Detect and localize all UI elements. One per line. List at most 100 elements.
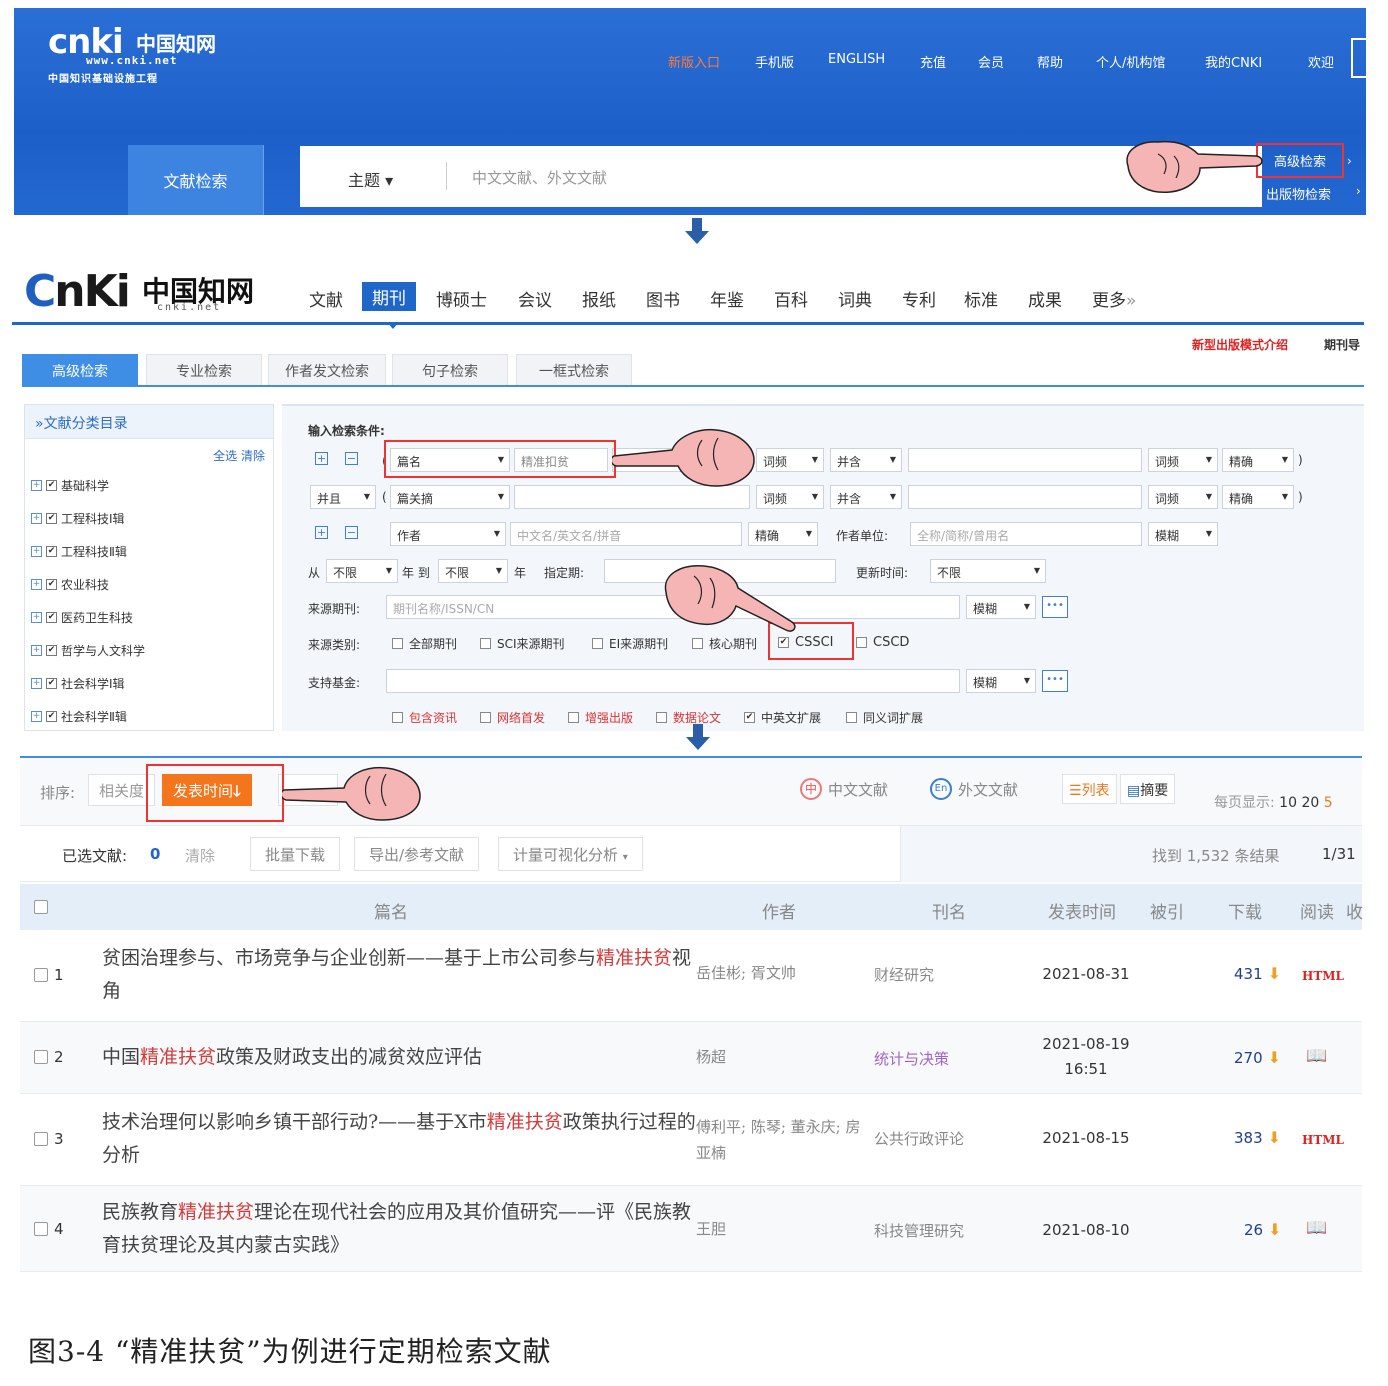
expand-icon[interactable]: +: [31, 612, 42, 623]
freq-select-2[interactable]: 词频: [1148, 485, 1218, 509]
tab-one-box-search[interactable]: 一框式检索: [516, 354, 632, 386]
checkbox[interactable]: [392, 638, 403, 649]
per-page-50[interactable]: 5: [1324, 795, 1333, 811]
field-selector[interactable]: 主题 ▾: [348, 167, 393, 191]
article-authors[interactable]: 傅利平; 陈琴; 董永庆; 房亚楠: [696, 1114, 866, 1166]
tab-yearbook[interactable]: 年鉴: [710, 286, 744, 311]
keyword-input-4[interactable]: [908, 485, 1142, 509]
checkbox-checked[interactable]: ✔: [46, 513, 57, 524]
tab-achievement[interactable]: 成果: [1028, 286, 1062, 311]
article-downloads[interactable]: 431 ⬇: [1234, 964, 1281, 983]
tab-professional-search[interactable]: 专业检索: [146, 354, 262, 386]
article-authors[interactable]: 岳佳彬; 胥文帅: [696, 960, 866, 986]
more-options-icon[interactable]: •••: [1042, 596, 1068, 618]
clear-link[interactable]: 清除: [241, 449, 265, 463]
tab-encyclopedia[interactable]: 百科: [774, 286, 808, 311]
checkbox-checked[interactable]: ✔: [46, 645, 57, 656]
more-options-icon[interactable]: •••: [1042, 670, 1068, 692]
fund-match-select[interactable]: 模糊: [966, 669, 1036, 693]
checkbox[interactable]: [846, 712, 857, 723]
unit-match-select[interactable]: 模糊: [1148, 522, 1218, 546]
publication-search-link[interactable]: 出版物检索: [1266, 184, 1331, 203]
tab-literature-search[interactable]: 文献检索: [128, 145, 264, 215]
keyword-input-3[interactable]: [908, 448, 1142, 472]
col-cited[interactable]: 被引: [1150, 898, 1184, 923]
article-journal[interactable]: 统计与决策: [874, 1048, 949, 1069]
select-all-link[interactable]: 全选: [213, 449, 237, 463]
option-include-news[interactable]: 包含资讯: [392, 709, 457, 726]
author-unit-input[interactable]: 全称/简称/曾用名: [910, 522, 1142, 546]
article-title-link[interactable]: 贫困治理参与、市场竞争与企业创新——基于上市公司参与精准扶贫视角: [102, 942, 702, 1008]
article-journal[interactable]: 科技管理研究: [874, 1220, 964, 1241]
checkbox-checked[interactable]: ✔: [46, 546, 57, 557]
article-journal[interactable]: 财经研究: [874, 964, 934, 985]
download-icon[interactable]: ⬇: [1268, 1128, 1281, 1147]
new-publishing-mode-link[interactable]: 新型出版模式介绍: [1192, 336, 1288, 353]
read-online-link[interactable]: 📖: [1306, 1218, 1327, 1238]
nav-help[interactable]: 帮助: [1037, 52, 1063, 71]
download-icon[interactable]: ⬇: [1268, 1220, 1281, 1239]
expand-icon[interactable]: +: [31, 513, 42, 524]
tab-patent[interactable]: 专利: [902, 286, 936, 311]
advanced-search-link[interactable]: 高级检索: [1256, 143, 1344, 178]
author-match-select[interactable]: 精确: [748, 522, 818, 546]
tab-author-search[interactable]: 作者发文检索: [268, 354, 386, 386]
read-html-link[interactable]: HTML: [1302, 1130, 1344, 1148]
year-to-select[interactable]: 不限: [438, 559, 508, 583]
select-all-checkbox[interactable]: [34, 900, 48, 914]
option-synonym-expand[interactable]: 同义词扩展: [846, 709, 923, 726]
checkbox[interactable]: [568, 712, 579, 723]
source-type-sci[interactable]: SCI来源期刊: [480, 635, 565, 652]
search-input[interactable]: 中文文献、外文文献: [472, 167, 607, 188]
source-type-cscd[interactable]: CSCD: [856, 635, 909, 650]
tab-journal[interactable]: 期刊: [362, 282, 416, 311]
expand-icon[interactable]: +: [31, 645, 42, 656]
read-html-link[interactable]: HTML: [1302, 966, 1344, 984]
tab-standard[interactable]: 标准: [964, 286, 998, 311]
tab-dictionary[interactable]: 词典: [838, 286, 872, 311]
checkbox-checked[interactable]: ✔: [46, 678, 57, 689]
per-page-20[interactable]: 20: [1301, 795, 1319, 811]
category-item[interactable]: + ✔ 社会科学Ⅱ辑: [31, 708, 127, 725]
nav-recharge[interactable]: 充值: [920, 52, 946, 71]
view-abstract-button[interactable]: ▤摘要: [1120, 774, 1176, 804]
checkbox[interactable]: [592, 638, 603, 649]
checkbox-checked[interactable]: ✔: [46, 579, 57, 590]
category-item[interactable]: + ✔ 社会科学Ⅰ辑: [31, 675, 125, 692]
checkbox[interactable]: [392, 712, 403, 723]
tab-newspaper[interactable]: 报纸: [582, 286, 616, 311]
match-select[interactable]: 精确: [1222, 485, 1294, 509]
filter-foreign-literature[interactable]: En 外文文献: [930, 778, 1018, 800]
nav-mobile[interactable]: 手机版: [755, 52, 794, 71]
tab-book[interactable]: 图书: [646, 286, 680, 311]
update-time-select[interactable]: 不限: [930, 559, 1046, 583]
expand-icon[interactable]: +: [31, 579, 42, 590]
source-type-ei[interactable]: EI来源期刊: [592, 635, 668, 652]
option-online-first[interactable]: 网络首发: [480, 709, 545, 726]
nav-personal-library[interactable]: 个人/机构馆: [1096, 52, 1165, 71]
col-download[interactable]: 下载: [1228, 898, 1262, 923]
col-author[interactable]: 作者: [762, 898, 796, 923]
batch-download-button[interactable]: 批量下载: [250, 837, 341, 871]
tab-more[interactable]: 更多»: [1092, 286, 1136, 311]
checkbox-checked[interactable]: ✔: [744, 712, 755, 723]
checkbox-checked[interactable]: ✔: [46, 612, 57, 623]
row-checkbox[interactable]: [34, 1132, 48, 1146]
expand-icon[interactable]: +: [31, 480, 42, 491]
row-checkbox[interactable]: [34, 1222, 48, 1236]
row-checkbox[interactable]: [34, 968, 48, 982]
export-references-button[interactable]: 导出/参考文献: [354, 837, 480, 871]
field-select-author[interactable]: 作者: [390, 522, 506, 546]
category-item[interactable]: + ✔ 医药卫生科技: [31, 609, 133, 626]
add-row-icon[interactable]: +: [315, 526, 328, 539]
remove-row-icon[interactable]: −: [345, 452, 358, 465]
article-journal[interactable]: 公共行政评论: [874, 1128, 964, 1149]
expand-icon[interactable]: +: [31, 546, 42, 557]
checkbox[interactable]: [656, 712, 667, 723]
filter-chinese-literature[interactable]: 中中文文献: [800, 778, 888, 800]
tab-sentence-search[interactable]: 句子检索: [392, 354, 508, 386]
clear-selection-link[interactable]: 清除: [185, 845, 215, 866]
tab-conference[interactable]: 会议: [518, 286, 552, 311]
tab-advanced-search[interactable]: 高级检索: [22, 354, 138, 386]
author-input[interactable]: 中文名/英文名/拼音: [510, 522, 742, 546]
